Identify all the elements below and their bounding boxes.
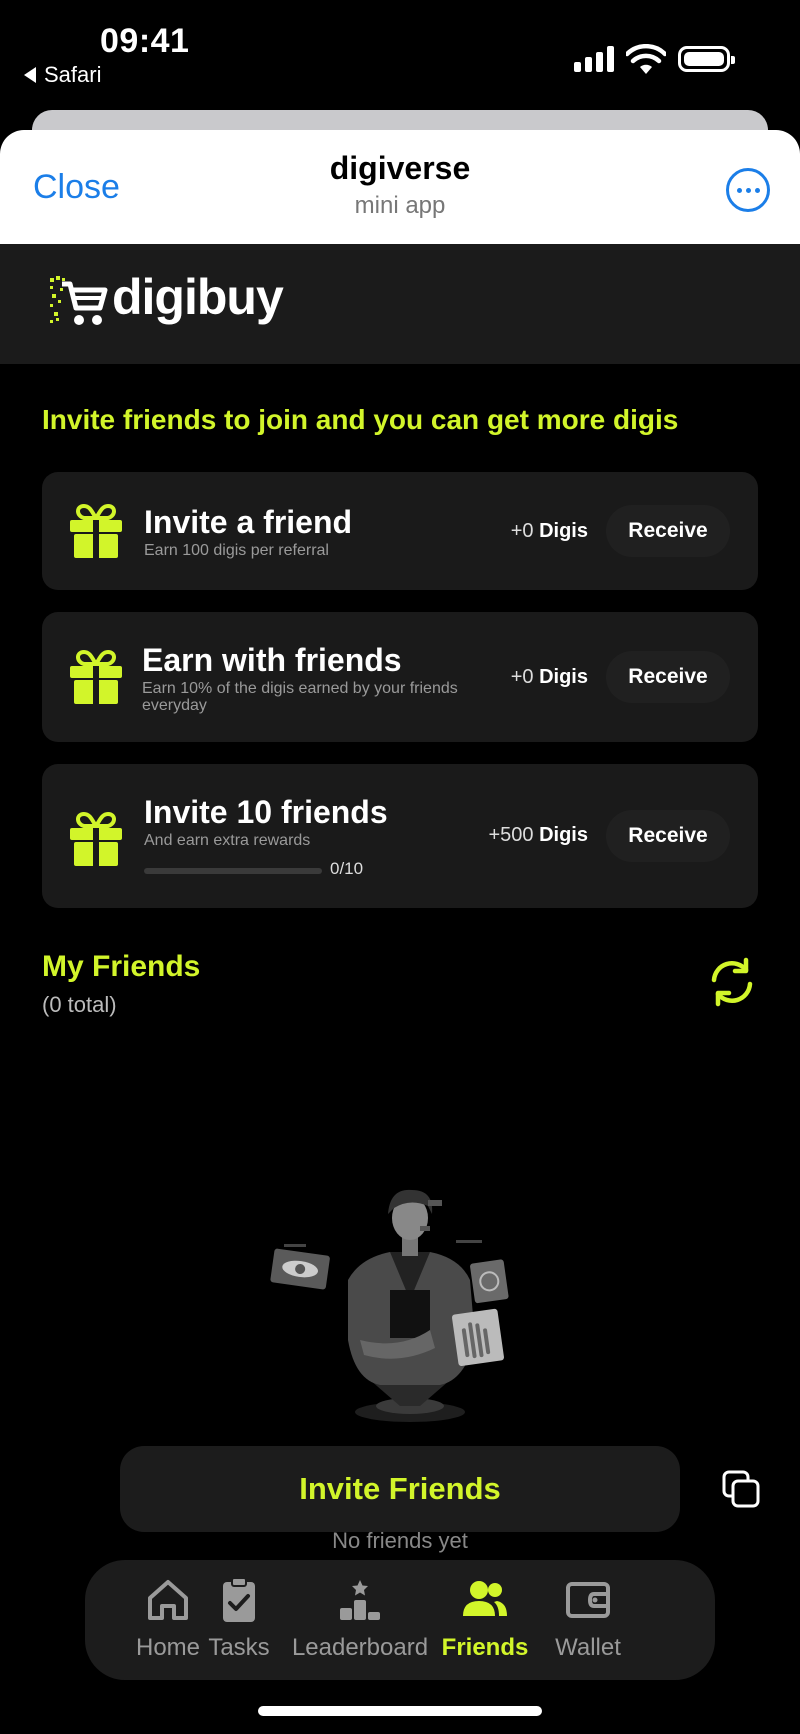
- task-card-earn-with-friends: Earn with friends Earn 10% of the digis …: [42, 612, 758, 742]
- receive-button[interactable]: Receive: [606, 810, 730, 862]
- task-reward: +0 Digis: [511, 666, 588, 689]
- empty-state-text: No friends yet: [332, 1528, 468, 1553]
- back-app-label: Safari: [44, 62, 102, 87]
- intro-text: Invite friends to join and you can get m…: [42, 404, 679, 435]
- invite-friends-button[interactable]: Invite Friends: [120, 1446, 680, 1532]
- task-title: Invite a friend: [144, 504, 353, 540]
- clipboard-check-icon: [223, 1577, 255, 1622]
- header-subtitle: mini app: [354, 192, 446, 219]
- reward-unit: Digis: [539, 824, 588, 846]
- reward-amount: +500: [488, 824, 534, 846]
- friends-count: (0 total): [42, 992, 117, 1017]
- receive-button[interactable]: Receive: [606, 505, 730, 557]
- copy-link-icon[interactable]: [722, 1470, 760, 1508]
- users-icon: [463, 1581, 507, 1616]
- task-reward: +0 Digis: [511, 520, 588, 543]
- task-title: Earn with friends: [142, 642, 402, 678]
- reward-unit: Digis: [539, 666, 588, 688]
- battery-icon: [678, 46, 735, 72]
- task-desc: And earn extra rewards: [144, 832, 311, 849]
- status-time: 09:41: [100, 22, 190, 60]
- task-card-invite-friend: Invite a friend Earn 100 digis per refer…: [42, 472, 758, 590]
- tab-wallet[interactable]: Wallet: [543, 1560, 633, 1680]
- tab-label: Home: [135, 1634, 201, 1661]
- empty-state-illustration: [270, 1189, 509, 1422]
- back-to-app-link[interactable]: Safari: [24, 62, 101, 88]
- tab-tasks[interactable]: Tasks: [203, 1560, 275, 1680]
- reward-unit: Digis: [539, 520, 588, 542]
- tab-label: Friends: [441, 1634, 529, 1661]
- task-title: Invite 10 friends: [144, 794, 388, 830]
- tab-label: Tasks: [208, 1634, 270, 1661]
- progress-bar: [144, 868, 322, 874]
- cart-logo-icon: [50, 276, 108, 325]
- miniapp-header: Close digiverse mini app: [0, 130, 800, 244]
- reward-amount: +0: [510, 520, 534, 542]
- gift-icon: [70, 649, 122, 704]
- tab-leaderboard[interactable]: Leaderboard: [285, 1560, 435, 1680]
- refresh-icon[interactable]: [706, 956, 758, 1008]
- gift-icon: [70, 811, 122, 866]
- brand-bar: digibuy: [0, 244, 800, 364]
- receive-button[interactable]: Receive: [606, 651, 730, 703]
- back-triangle-icon: [24, 67, 36, 83]
- status-bar: 09:41 Safari: [0, 0, 800, 100]
- tab-friends[interactable]: Friends: [437, 1560, 533, 1680]
- brand-name: digibuy: [112, 269, 284, 325]
- tab-label: Wallet: [555, 1634, 621, 1661]
- progress-text: 0/10: [330, 859, 364, 878]
- task-desc: Earn 10% of the digis earned by your fri…: [142, 680, 458, 714]
- task-card-invite-10-friends: Invite 10 friends And earn extra rewards…: [42, 764, 758, 908]
- bottom-tab-bar: Home Tasks Leaderboard Friends Wallet: [85, 1560, 715, 1680]
- ellipsis-circle-icon[interactable]: [726, 168, 770, 212]
- gift-icon: [70, 503, 122, 558]
- tab-label: Leaderboard: [291, 1634, 429, 1661]
- friends-section-title: My Friends: [42, 950, 201, 983]
- wifi-icon: [626, 44, 666, 74]
- task-reward: +500 Digis: [488, 824, 588, 847]
- reward-amount: +0: [510, 666, 534, 688]
- task-desc: Earn 100 digis per referral: [144, 542, 329, 559]
- podium-icon: [340, 1580, 380, 1620]
- tab-home[interactable]: Home: [123, 1560, 213, 1680]
- home-indicator: [258, 1706, 542, 1716]
- header-title: digiverse: [329, 150, 471, 186]
- cellular-signal-icon: [574, 46, 614, 72]
- home-icon: [148, 1580, 188, 1620]
- wallet-icon: [566, 1582, 610, 1618]
